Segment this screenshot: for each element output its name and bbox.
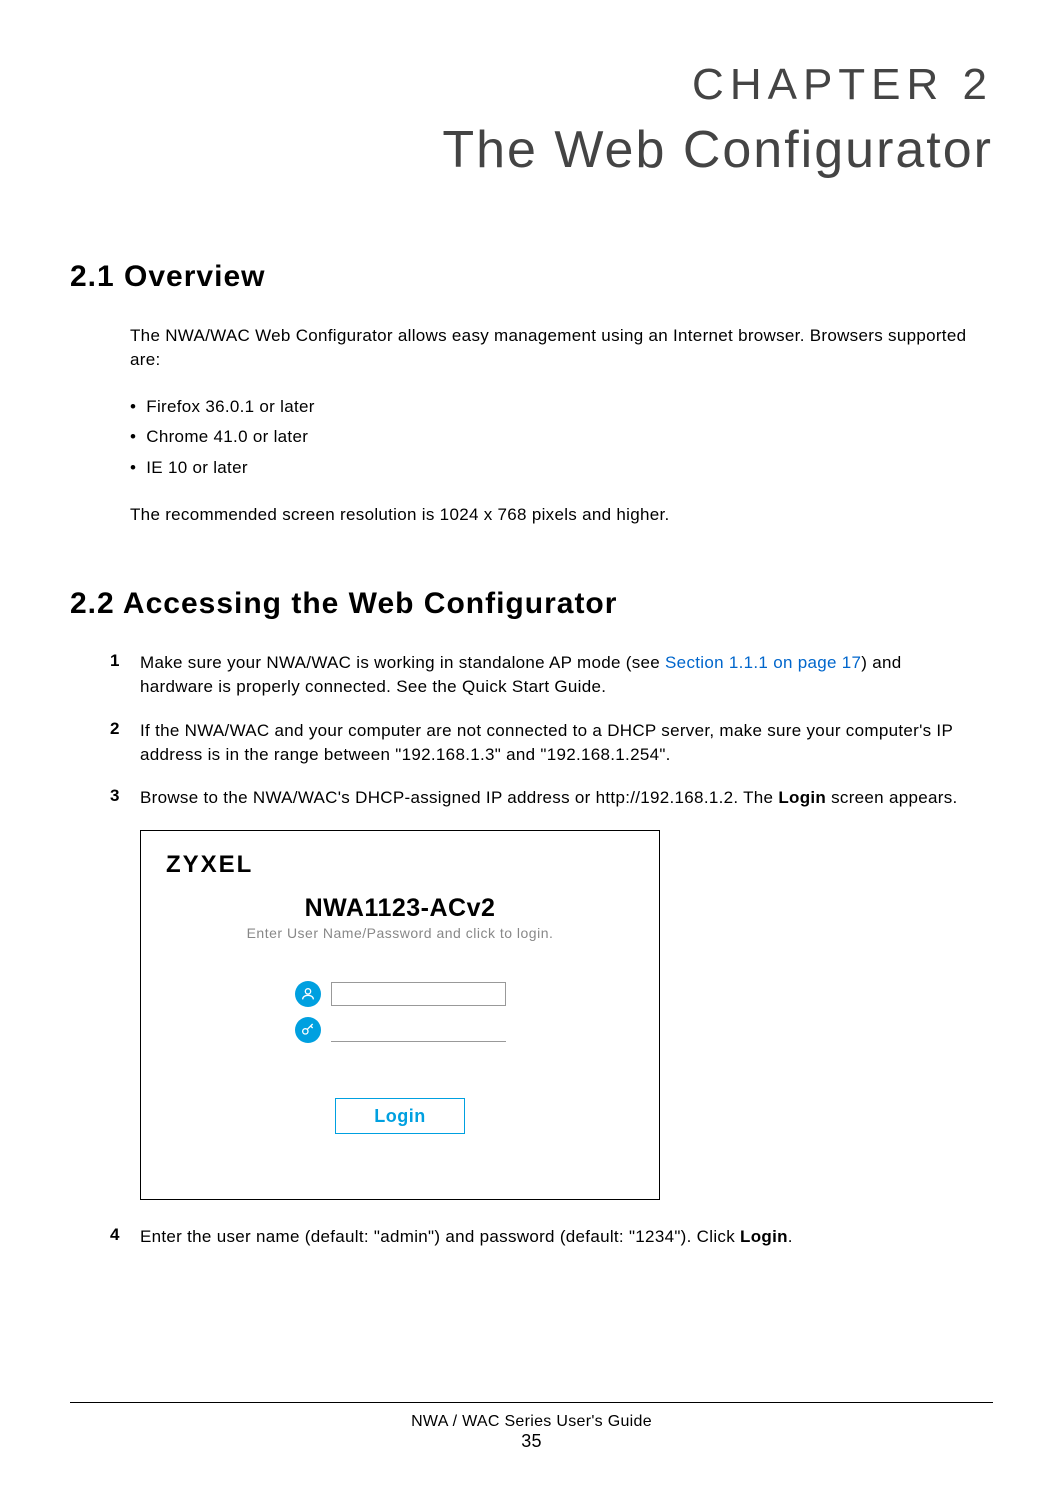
step-4-post: . — [788, 1227, 793, 1246]
step-3-bold: Login — [778, 788, 826, 807]
step-4-bold: Login — [740, 1227, 788, 1246]
step-2: 2 If the NWA/WAC and your computer are n… — [110, 719, 973, 767]
login-screenshot: ZYXEL NWA1123-ACv2 Enter User Name/Passw… — [140, 830, 660, 1200]
step-text: If the NWA/WAC and your computer are not… — [140, 719, 973, 767]
list-item: Chrome 41.0 or later — [130, 422, 993, 453]
section-link[interactable]: Section 1.1.1 on page 17 — [665, 653, 861, 672]
chapter-label: CHAPTER 2 — [70, 60, 993, 110]
step-1: 1 Make sure your NWA/WAC is working in s… — [110, 651, 973, 699]
login-button[interactable]: Login — [335, 1098, 465, 1134]
section-2-1-heading: 2.1 Overview — [70, 260, 993, 294]
page-number: 35 — [0, 1431, 1063, 1452]
step-4-pre: Enter the user name (default: "admin") a… — [140, 1227, 740, 1246]
page-footer: NWA / WAC Series User's Guide 35 — [0, 1402, 1063, 1452]
chapter-title: The Web Configurator — [70, 120, 993, 180]
step-text: Make sure your NWA/WAC is working in sta… — [140, 651, 973, 699]
step-text: Enter the user name (default: "admin") a… — [140, 1225, 793, 1249]
step-3-pre: Browse to the NWA/WAC's DHCP-assigned IP… — [140, 788, 778, 807]
list-item: Firefox 36.0.1 or later — [130, 392, 993, 423]
username-row — [295, 981, 506, 1007]
password-input[interactable] — [331, 1018, 506, 1042]
browser-list: Firefox 36.0.1 or later Chrome 41.0 or l… — [130, 392, 993, 484]
step-1-pre: Make sure your NWA/WAC is working in sta… — [140, 653, 665, 672]
key-icon — [295, 1017, 321, 1043]
step-text: Browse to the NWA/WAC's DHCP-assigned IP… — [140, 786, 958, 810]
password-row — [295, 1017, 506, 1043]
section-2-2-heading: 2.2 Accessing the Web Configurator — [70, 587, 993, 621]
step-3: 3 Browse to the NWA/WAC's DHCP-assigned … — [110, 786, 973, 810]
overview-intro: The NWA/WAC Web Configurator allows easy… — [130, 324, 973, 372]
step-number: 2 — [110, 719, 140, 767]
guide-title: NWA / WAC Series User's Guide — [0, 1413, 1063, 1431]
step-4: 4 Enter the user name (default: "admin")… — [110, 1225, 973, 1249]
step-number: 3 — [110, 786, 140, 810]
login-hint: Enter User Name/Password and click to lo… — [166, 925, 634, 941]
step-3-post: screen appears. — [826, 788, 957, 807]
device-name: NWA1123-ACv2 — [166, 894, 634, 923]
username-input[interactable] — [331, 982, 506, 1006]
list-item: IE 10 or later — [130, 453, 993, 484]
step-number: 1 — [110, 651, 140, 699]
resolution-note: The recommended screen resolution is 102… — [130, 503, 973, 527]
user-icon — [295, 981, 321, 1007]
zyxel-logo: ZYXEL — [166, 851, 634, 879]
step-number: 4 — [110, 1225, 140, 1249]
